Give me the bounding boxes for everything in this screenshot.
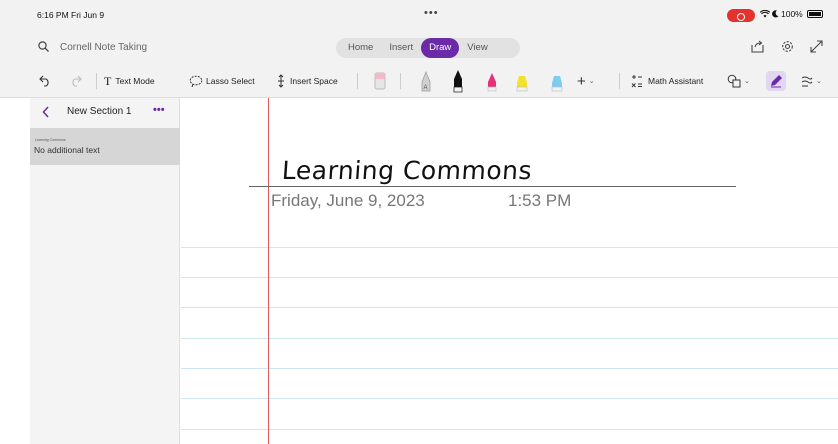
pencil-gray-icon[interactable]: A [419, 69, 433, 93]
tab-insert[interactable]: Insert [381, 38, 421, 58]
section-title[interactable]: New Section 1 [67, 106, 131, 117]
tab-draw[interactable]: Draw [421, 38, 460, 58]
math-assistant-button[interactable]: Math Assistant [630, 64, 703, 98]
add-pen-button[interactable]: + ⌄ [577, 64, 595, 98]
page-item-title: Learning Commons [35, 138, 66, 142]
screen-recording-icon[interactable] [727, 9, 755, 22]
ink-to-shape-button[interactable] [766, 71, 786, 91]
ruled-line [181, 277, 838, 278]
margin-line [268, 98, 269, 444]
toolbar-divider [619, 73, 620, 89]
toolbar-divider [96, 73, 97, 89]
pen-fill-icon [771, 75, 782, 88]
lasso-select-button[interactable]: Lasso Select [189, 64, 255, 98]
status-indicators: 100% [760, 9, 823, 19]
expand-icon[interactable] [810, 40, 823, 53]
insert-space-icon [278, 74, 284, 88]
plus-icon: + [577, 72, 586, 90]
svg-text:A: A [424, 85, 428, 91]
pen-black-icon[interactable] [451, 68, 465, 94]
section-more-icon[interactable]: ••• [153, 104, 165, 116]
ink-options-icon [801, 76, 813, 87]
ruled-line [181, 307, 838, 308]
highlighter-blue-icon[interactable] [549, 69, 565, 93]
more-options-button[interactable]: ⌄ [801, 64, 822, 98]
tab-home[interactable]: Home [340, 38, 381, 58]
ruled-line [181, 247, 838, 248]
back-chevron-icon[interactable] [42, 106, 50, 118]
ribbon-tabs: Home Insert Draw View [336, 38, 520, 58]
draw-toolbar: T Text Mode Lasso Select Insert Space A … [0, 64, 838, 98]
status-bar: 6:16 PM Fri Jun 9 ••• 100% [0, 0, 838, 30]
page-title[interactable]: Learning Commons [281, 156, 533, 185]
chevron-down-icon: ⌄ [588, 78, 595, 85]
text-cursor-icon: T [104, 73, 112, 88]
page-date: Friday, June 9, 2023 [271, 191, 425, 210]
page-list-item[interactable]: Learning Commons No additional text [30, 128, 180, 165]
section-header: New Section 1 ••• [30, 98, 179, 128]
chevron-down-icon: ⌄ [744, 78, 750, 85]
notebook-title[interactable]: Cornell Note Taking [60, 42, 147, 53]
share-icon[interactable] [751, 40, 765, 53]
eraser-icon[interactable] [372, 70, 388, 92]
ruled-line [181, 338, 838, 339]
shapes-button[interactable]: ⌄ [727, 64, 750, 98]
multitasking-dots-icon[interactable]: ••• [424, 7, 439, 19]
shapes-icon [727, 74, 741, 88]
pen-pink-icon[interactable] [485, 69, 499, 93]
page-time: 1:53 PM [508, 191, 572, 210]
ruled-line [181, 398, 838, 399]
settings-gear-icon[interactable] [781, 40, 794, 53]
page-item-preview: No additional text [34, 145, 100, 155]
math-assistant-label: Math Assistant [648, 76, 704, 86]
insert-space-label: Insert Space [290, 76, 338, 86]
text-mode-label: Text Mode [115, 76, 155, 86]
text-mode-button[interactable]: T Text Mode [104, 64, 155, 98]
title-bar: Cornell Note Taking Home Insert Draw Vie… [0, 30, 838, 64]
tab-view[interactable]: View [459, 38, 495, 58]
ruled-line [181, 429, 838, 430]
battery-percent: 100% [781, 9, 803, 19]
lasso-select-label: Lasso Select [206, 76, 255, 86]
highlighter-yellow-icon[interactable] [514, 69, 530, 93]
page-list-sidebar: New Section 1 ••• Learning Commons No ad… [30, 98, 180, 444]
status-time: 6:16 PM Fri Jun 9 [37, 10, 105, 20]
note-canvas[interactable]: Learning Commons Friday, June 9, 2023 1:… [181, 98, 838, 444]
title-underline [249, 186, 736, 187]
lasso-icon [189, 75, 203, 87]
math-symbols-icon [631, 75, 642, 88]
toolbar-divider [400, 73, 401, 89]
ruled-line [181, 368, 838, 369]
moon-icon [772, 10, 779, 18]
search-icon[interactable] [38, 41, 49, 52]
toolbar-divider [357, 73, 358, 89]
redo-icon[interactable] [70, 75, 82, 87]
battery-icon [806, 10, 823, 18]
insert-space-button[interactable]: Insert Space [276, 64, 338, 98]
chevron-down-icon: ⌄ [816, 78, 822, 85]
undo-icon[interactable] [39, 75, 51, 87]
wifi-icon [760, 10, 770, 18]
